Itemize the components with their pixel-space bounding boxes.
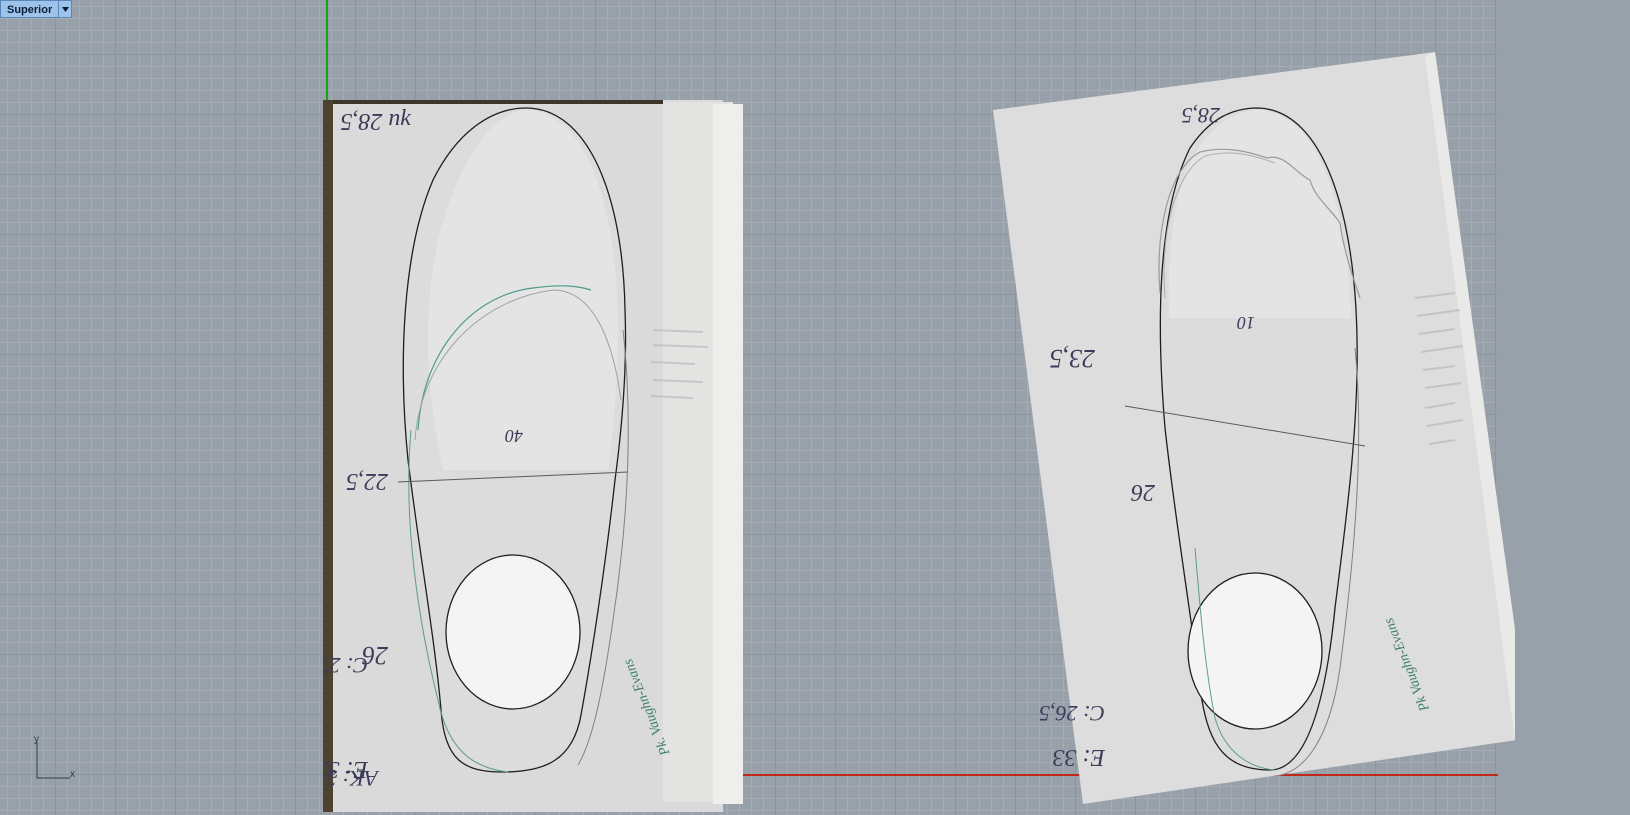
right-sheet-svg: 28,5 10 23,5 26 C: 26,5 E: 33 Pk Vaughn-… [993,52,1515,804]
left-annotation-c: C: 27 [323,653,368,678]
viewport-name-label[interactable]: Superior [0,0,59,18]
left-annotation-waist: 22,5 [346,468,388,494]
right-annotation-waist: 23,5 [1050,344,1096,373]
left-annotation-top-length: ʞu 28,5 [340,108,412,134]
axis-x-label: x [70,769,75,780]
right-insole-tracing-image[interactable]: 28,5 10 23,5 26 C: 26,5 E: 33 Pk Vaughn-… [985,48,1515,810]
left-insole-tracing-image[interactable]: ʞu 28,5 40 22,5 26 AK: 24,5 C: 27 E: 33 … [323,100,743,812]
axis-gizmo: y x [34,734,84,783]
right-annotation-e: E: 33 [1052,744,1106,770]
right-annotation-top-length: 28,5 [1182,103,1221,128]
rhino-viewport-top[interactable]: ʞu 28,5 40 22,5 26 AK: 24,5 C: 27 E: 33 … [0,0,1630,815]
chevron-down-icon[interactable] [58,0,73,18]
viewport-grid-end [1497,0,1630,815]
axis-y-label: y [34,734,39,745]
left-sheet-svg: ʞu 28,5 40 22,5 26 AK: 24,5 C: 27 E: 33 … [323,100,743,812]
left-heel-circle [445,554,581,710]
left-annotation-e: E: 33 [323,756,369,782]
left-annotation-mid-width: 40 [505,426,523,446]
right-annotation-arch: 26 [1131,479,1155,505]
right-annotation-mid-width: 10 [1237,313,1255,333]
right-annotation-c: C: 26,5 [1039,701,1105,726]
right-heel-circle [1187,572,1323,730]
axis-gizmo-icon [36,742,70,779]
viewport-title-tab[interactable]: Superior [0,0,73,18]
